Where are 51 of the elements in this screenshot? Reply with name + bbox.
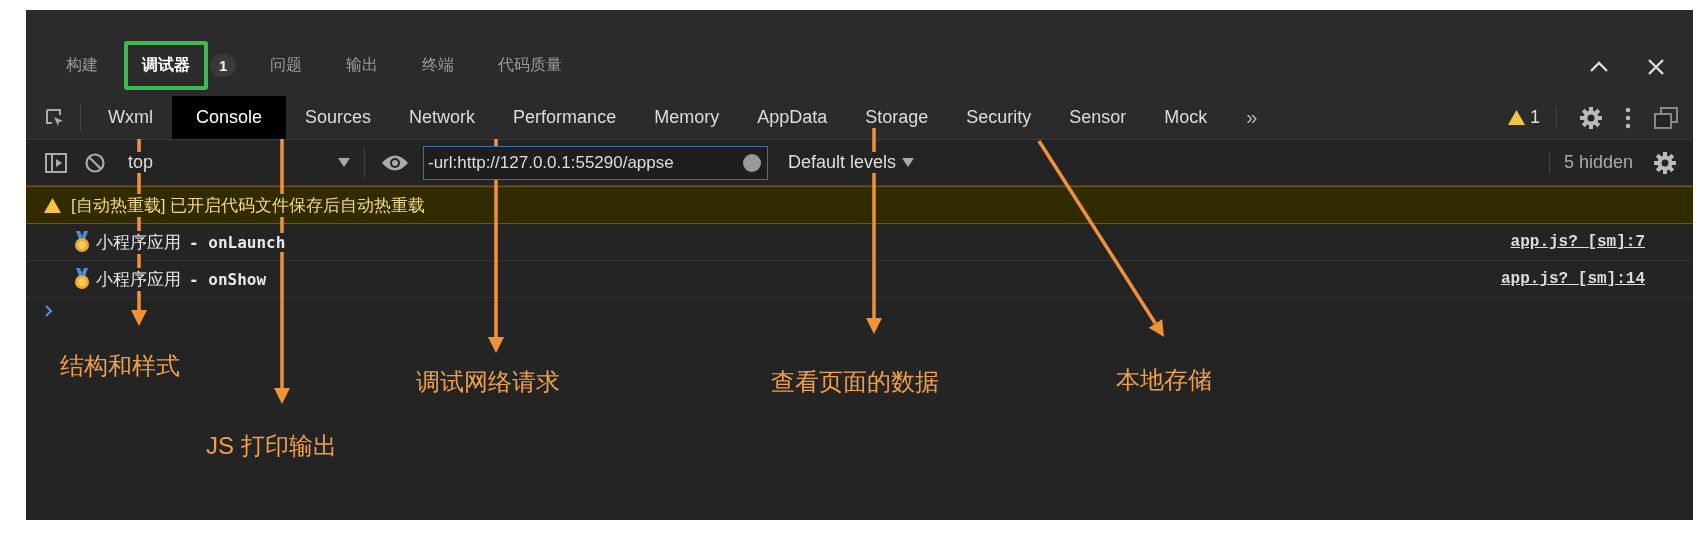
medal-icon (74, 231, 90, 253)
log-source-name: 小程序应用 (96, 267, 181, 291)
tab[interactable]: 调试器 (124, 41, 208, 90)
count-badge: 1 (210, 54, 237, 77)
annotation-label: 结构和样式 (60, 351, 180, 381)
tab[interactable]: 构建 (48, 41, 116, 90)
clear-filter-icon[interactable] (742, 152, 762, 173)
sidebar-toggle-icon[interactable] (44, 151, 68, 174)
tab[interactable]: 问题 (252, 41, 321, 90)
source-link[interactable]: app.js? [sm]:7 (1510, 233, 1645, 251)
filter-field[interactable]: -url:http://127.0.0.1:55290/appse (423, 145, 768, 180)
tab[interactable]: 代码质量 (480, 41, 581, 90)
close-icon[interactable] (1647, 58, 1665, 76)
tab[interactable]: Memory (635, 96, 739, 139)
tab[interactable]: Performance (494, 96, 636, 139)
warning-message: [自动热重载] 已开启代码文件保存后自动热重载 (71, 193, 426, 217)
log-source-name: 小程序应用 (96, 230, 181, 254)
tab[interactable]: 终端 (404, 41, 473, 90)
tab[interactable]: Sensor (1050, 96, 1146, 139)
annotation-label: 本地存储 (1116, 365, 1212, 395)
tab[interactable]: Wxml (89, 96, 172, 139)
warning-count[interactable]: 1 (1530, 107, 1540, 128)
dropdown-caret-icon[interactable] (338, 158, 350, 167)
collapse-icon[interactable] (1589, 61, 1609, 73)
more-tabs-button[interactable]: » (1246, 96, 1258, 139)
tab[interactable]: Network (390, 96, 495, 139)
source-link[interactable]: app.js? [sm]:14 (1500, 270, 1645, 288)
tab[interactable]: Storage (846, 96, 948, 139)
settings-icon[interactable] (1653, 150, 1677, 175)
annotation-label: 调试网络请求 (416, 367, 560, 397)
medal-icon (74, 268, 90, 290)
more-options-icon[interactable] (1625, 106, 1631, 129)
prompt-icon (44, 305, 53, 317)
tab[interactable]: Sources (286, 96, 391, 139)
eye-icon[interactable] (381, 153, 409, 172)
dock-icon[interactable] (1653, 105, 1679, 130)
settings-icon[interactable] (1579, 105, 1603, 130)
context-select[interactable]: top (128, 147, 365, 178)
annotation-label: 查看页面的数据 (771, 367, 939, 397)
log-message: - onLaunch (189, 232, 286, 252)
dropdown-caret-icon[interactable] (902, 158, 915, 167)
warning-icon (44, 197, 61, 213)
tab[interactable]: AppData (738, 96, 847, 139)
tab[interactable]: 输出 (328, 41, 397, 90)
warning-icon (1508, 110, 1525, 125)
clear-console-icon[interactable] (84, 151, 106, 174)
tab[interactable]: Console (172, 96, 287, 139)
tab[interactable]: Mock (1145, 96, 1227, 139)
annotation-label: JS 打印输出 (206, 431, 337, 461)
tab[interactable]: Security (947, 96, 1051, 139)
hidden-count: 5 hidden (1548, 152, 1633, 173)
